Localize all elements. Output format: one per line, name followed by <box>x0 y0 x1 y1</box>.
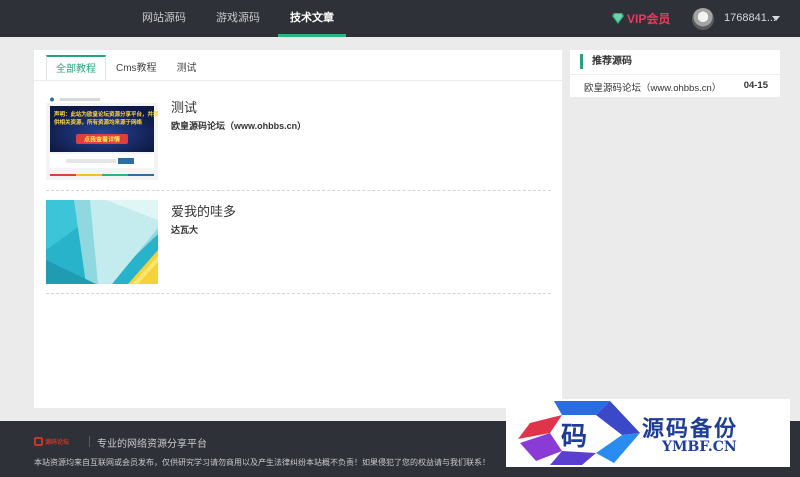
sidebar-title: 推荐源码 <box>580 54 632 69</box>
thumb-text-line-2: 供相关资源，所有资源均来源于网络 <box>53 118 143 126</box>
tabs-divider <box>34 80 562 81</box>
user-avatar[interactable] <box>692 8 714 30</box>
diamond-icon <box>612 13 624 24</box>
sidebar-item-date: 04-15 <box>743 80 768 91</box>
logo-mark-icon <box>34 436 43 446</box>
watermark-url: YMBF.CN <box>662 439 737 455</box>
footer-divider <box>89 436 90 447</box>
watermark-overlay: 码 源码备份 YMBF.CN <box>506 399 790 467</box>
article-thumbnail[interactable]: 声明：此站为欧皇论坛资源分享平台，并提 供相关资源，所有资源均来源于网络 点我查… <box>46 96 158 180</box>
main-nav: 网站源码 游戏源码 技术文章 <box>130 0 352 37</box>
watermark-glyph: 码 <box>561 422 587 452</box>
footer-slogan: 专业的网络资源分享平台 <box>97 439 207 450</box>
article-title[interactable]: 爱我的哇多 <box>171 201 236 220</box>
tab-test[interactable]: 测试 <box>167 55 207 81</box>
recommended-source-panel: 推荐源码 欧皇源码论坛（www.ohbbs.cn） 04-15 <box>570 50 780 97</box>
watermark-logo-icon: 码 <box>518 401 640 465</box>
article-subtitle: 达瓦大 <box>171 225 199 235</box>
article-item[interactable]: 声明：此站为欧皇论坛资源分享平台，并提 供相关资源，所有资源均来源于网络 点我查… <box>46 96 551 191</box>
nav-item-website-source[interactable]: 网站源码 <box>130 0 198 37</box>
footer-disclaimer: 本站资源均来自互联网或会员发布，仅供研究学习请勿商用以及产生法律纠纷本站概不负责… <box>34 458 490 467</box>
tab-cms-tutorials[interactable]: Cms教程 <box>106 55 167 81</box>
category-tabs: 全部教程 Cms教程 测试 <box>46 55 207 81</box>
thumb-text-line-1: 声明：此站为欧皇论坛资源分享平台，并提 <box>54 110 158 118</box>
article-title[interactable]: 测试 <box>171 97 197 116</box>
sidebar-item-link[interactable]: 欧皇源码论坛（www.ohbbs.cn） <box>584 80 721 94</box>
vip-member-link[interactable]: VIP会员 <box>612 10 670 27</box>
chevron-down-icon[interactable] <box>772 16 780 21</box>
article-subtitle: 欧皇源码论坛（www.ohbbs.cn） <box>171 121 307 131</box>
article-thumbnail[interactable] <box>46 200 158 284</box>
footer-logo-text: 源码论坛 <box>45 439 70 446</box>
sidebar-divider <box>570 74 780 75</box>
article-list-panel: 全部教程 Cms教程 测试 声明：此站为欧皇论坛资源分享平台，并提 供相关资源，… <box>34 50 562 408</box>
footer-logo[interactable]: 源码论坛 <box>34 435 78 447</box>
thumb-button-text: 点我查看详情 <box>84 136 120 144</box>
vip-label: VIP会员 <box>627 12 671 26</box>
nav-item-tech-articles[interactable]: 技术文章 <box>278 0 346 37</box>
user-name[interactable]: 1768841... <box>724 0 776 37</box>
nav-item-game-source[interactable]: 游戏源码 <box>204 0 272 37</box>
tab-all-tutorials[interactable]: 全部教程 <box>46 55 106 81</box>
article-item[interactable]: 爱我的哇多 达瓦大 <box>46 200 551 294</box>
top-header: 网站源码 游戏源码 技术文章 VIP会员 1768841... <box>0 0 800 37</box>
